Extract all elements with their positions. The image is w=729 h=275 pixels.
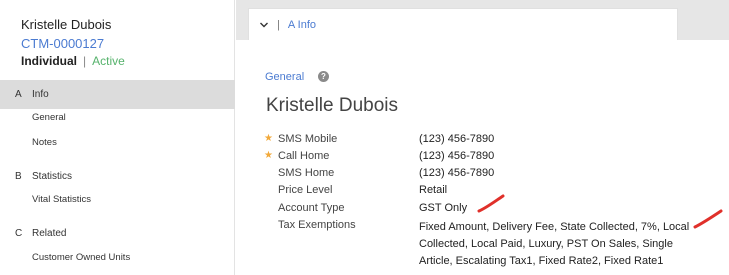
sidebar-section-related[interactable]: C Related xyxy=(0,219,235,248)
field-row-sms-mobile: ★ SMS Mobile (123) 456-7890 xyxy=(236,133,729,149)
section-title-general: General xyxy=(265,71,305,83)
customer-type-row: Individual | Active xyxy=(21,54,125,68)
sidebar-item-notes[interactable]: Notes xyxy=(32,137,57,148)
annotation-mark-icon xyxy=(477,194,505,213)
sidebar-item-general[interactable]: General xyxy=(32,112,66,123)
annotation-mark-icon xyxy=(693,209,723,229)
field-value: (123) 456-7890 xyxy=(419,167,495,179)
field-label: SMS Home xyxy=(278,167,335,179)
sidebar-section-label: Info xyxy=(32,89,49,100)
sidebar-section-label: Statistics xyxy=(32,171,73,182)
tab-info[interactable]: | A Info xyxy=(248,8,678,40)
field-value: Fixed Amount, Delivery Fee, State Collec… xyxy=(419,221,690,267)
field-row-tax-exemptions: Tax Exemptions Fixed Amount, Delivery Fe… xyxy=(236,219,729,275)
customer-type: Individual xyxy=(21,54,78,68)
status-badge: Active xyxy=(92,54,125,68)
field-row-call-home: ★ Call Home (123) 456-7890 xyxy=(236,150,729,166)
field-value: (123) 456-7890 xyxy=(419,133,495,145)
field-label: SMS Mobile xyxy=(278,133,338,145)
customer-name: Kristelle Dubois xyxy=(21,17,112,32)
chevron-down-icon[interactable] xyxy=(259,20,269,30)
sidebar-section-label: Related xyxy=(32,228,67,239)
sidebar: Kristelle Dubois CTM-0000127 Individual |… xyxy=(0,0,235,275)
sidebar-section-info[interactable]: A Info xyxy=(0,80,235,109)
tab-separator: | xyxy=(277,18,280,31)
field-label: Price Level xyxy=(278,184,333,196)
field-value: (123) 456-7890 xyxy=(419,150,495,162)
customer-id-link[interactable]: CTM-0000127 xyxy=(21,36,104,51)
main-content: | A Info General ? Kristelle Dubois ★ SM… xyxy=(236,0,729,275)
sidebar-section-statistics[interactable]: B Statistics xyxy=(0,162,235,191)
field-value: Retail xyxy=(419,184,448,196)
divider: | xyxy=(83,54,87,68)
section-letter: C xyxy=(15,228,23,239)
star-icon: ★ xyxy=(264,150,273,161)
field-label: Tax Exemptions xyxy=(278,219,356,231)
sidebar-item-vital-statistics[interactable]: Vital Statistics xyxy=(32,194,91,205)
section-letter: B xyxy=(15,171,22,182)
help-icon[interactable]: ? xyxy=(318,71,329,82)
record-title: Kristelle Dubois xyxy=(266,95,398,116)
field-value: GST Only xyxy=(419,202,468,214)
header-bar: | A Info xyxy=(236,0,729,40)
tab-label: A Info xyxy=(287,18,316,31)
field-label: Call Home xyxy=(278,150,330,162)
field-row-sms-home: SMS Home (123) 456-7890 xyxy=(236,167,729,183)
field-label: Account Type xyxy=(278,202,345,214)
sidebar-item-customer-owned-units[interactable]: Customer Owned Units xyxy=(32,252,130,263)
section-letter: A xyxy=(15,89,22,100)
star-icon: ★ xyxy=(264,133,273,144)
